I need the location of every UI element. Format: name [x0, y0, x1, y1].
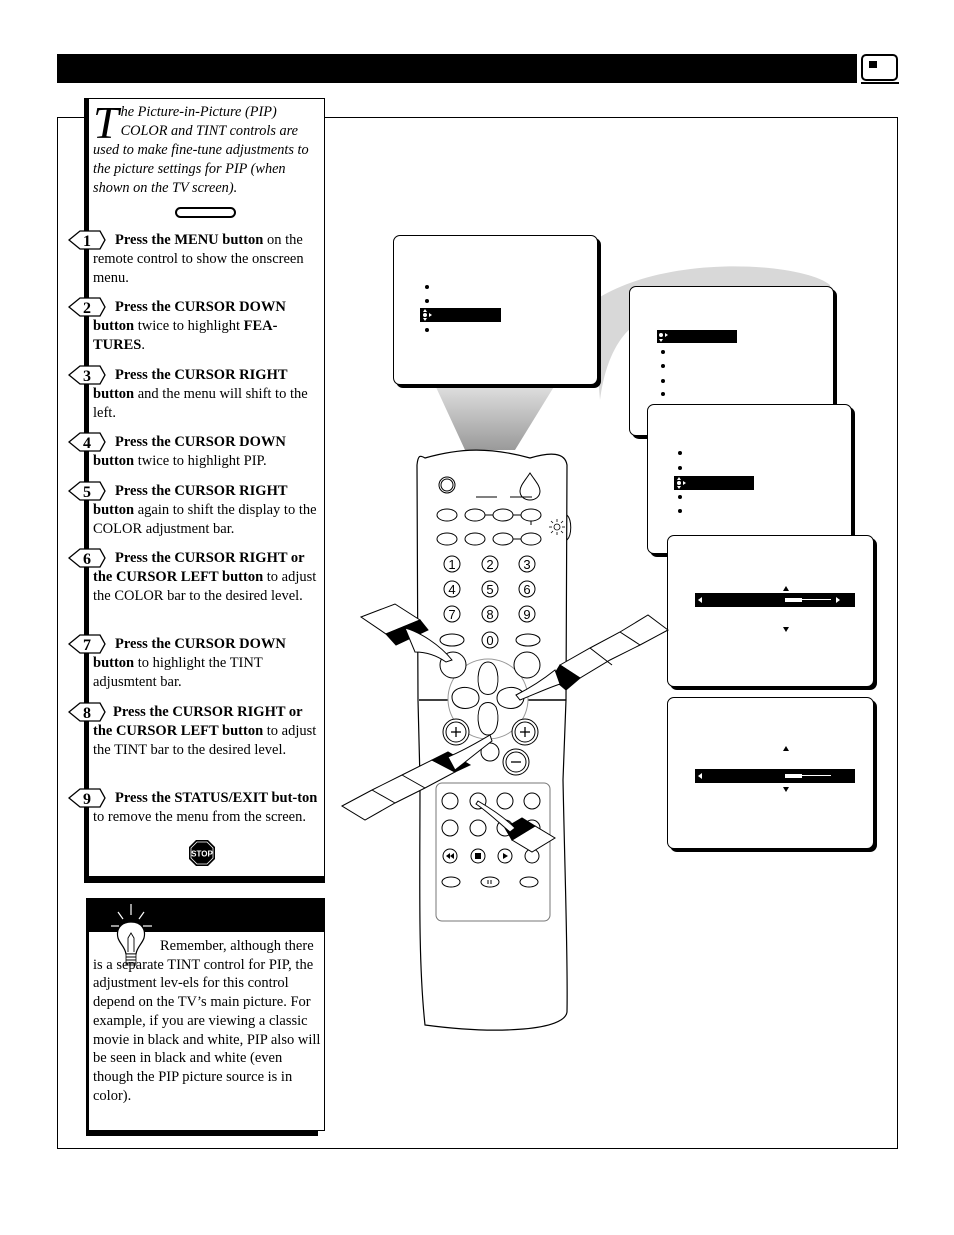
tv-screen-color-adjust [667, 535, 874, 687]
svg-text:4: 4 [448, 582, 455, 597]
svg-text:6: 6 [83, 551, 91, 568]
dropcap: T [93, 97, 119, 148]
step-2: 2 Press the CURSOR DOWN button twice to … [68, 297, 322, 355]
color-adjust-bar [695, 593, 855, 607]
svg-text:1: 1 [448, 557, 455, 572]
right-arrow-icon [836, 597, 840, 603]
step-number-icon: 5 [68, 480, 106, 502]
step-number-icon: 4 [68, 431, 106, 453]
tv-screen-icon [861, 54, 898, 81]
cursor-icon [423, 309, 432, 321]
svg-text:6: 6 [523, 582, 530, 597]
step-lead: Press the MENU button [115, 232, 264, 248]
header-bar [57, 54, 857, 83]
step-6: 6 Press the CURSOR RIGHT or the CURSOR L… [68, 548, 322, 606]
up-arrow-icon [783, 746, 789, 751]
intro-paragraph: The Picture-in-Picture (PIP) COLOR and T… [93, 97, 321, 198]
step-4: 4 Press the CURSOR DOWN button twice to … [68, 432, 322, 471]
svg-text:7: 7 [83, 637, 91, 654]
step-number-icon: 2 [68, 296, 106, 318]
tip-body: Remember, although there is a separate T… [93, 938, 321, 1104]
down-arrow-icon [783, 787, 789, 792]
tint-adjust-bar [695, 769, 855, 783]
svg-text:7: 7 [448, 607, 455, 622]
stop-sign-icon: STOP [189, 840, 215, 866]
svg-text:8: 8 [83, 705, 91, 722]
tip-text: Remember, although there is a separate T… [93, 937, 321, 1105]
menu-item-bullet [425, 328, 429, 332]
up-arrow-icon [783, 586, 789, 591]
svg-text:4: 4 [83, 435, 91, 452]
left-arrow-icon [698, 597, 702, 603]
tv-screen-main-menu [393, 235, 598, 385]
step-text: twice to highlight PIP. [134, 453, 267, 469]
menu-item-bullet [661, 364, 665, 368]
svg-text:2: 2 [486, 557, 493, 572]
divider [861, 82, 899, 84]
svg-text:5: 5 [83, 484, 91, 501]
left-arrow-icon [698, 773, 702, 779]
slider-fill [785, 598, 802, 602]
step-number-icon: 3 [68, 364, 106, 386]
step-number-icon: 6 [68, 547, 106, 569]
svg-text:9: 9 [83, 791, 91, 808]
menu-item-bullet [661, 379, 665, 383]
step-number-icon: 8 [68, 701, 106, 723]
step-number-icon: 1 [68, 229, 106, 251]
step-number-icon: 9 [68, 787, 106, 809]
step-9: 9 Press the STATUS/EXIT but-ton to remov… [68, 788, 322, 827]
step-7: 7 Press the CURSOR DOWN button to highli… [68, 634, 322, 692]
step-text: twice to highlight [134, 318, 244, 334]
step-8: 8 Press the CURSOR RIGHT or the CURSOR L… [68, 702, 322, 760]
menu-item-bullet [661, 392, 665, 396]
menu-item-bullet [425, 285, 429, 289]
svg-text:2: 2 [83, 300, 91, 317]
pip-button-icon [175, 207, 236, 218]
svg-text:1: 1 [83, 233, 91, 250]
svg-text:9: 9 [523, 607, 530, 622]
intro-text: he Picture-in-Picture (PIP) COLOR and TI… [93, 104, 309, 196]
step-number-icon: 7 [68, 633, 106, 655]
tv-screen-tint-adjust [667, 697, 874, 849]
menu-item-bullet [661, 350, 665, 354]
slider-fill [785, 774, 802, 778]
remote-control: 1 2 3 4 5 6 7 8 9 0 [340, 449, 669, 1031]
menu-item-bullet [425, 299, 429, 303]
svg-text:5: 5 [486, 582, 493, 597]
step-1: 1 Press the MENU button on the remote co… [68, 230, 322, 288]
step-5: 5 Press the CURSOR RIGHT button again to… [68, 481, 322, 539]
svg-text:3: 3 [83, 368, 91, 385]
step-tail: . [141, 337, 145, 353]
cursor-icon [659, 333, 668, 342]
svg-text:8: 8 [486, 607, 493, 622]
step-lead: Press the STATUS/EXIT but-ton [115, 790, 318, 806]
down-arrow-icon [783, 627, 789, 632]
svg-text:3: 3 [523, 557, 530, 572]
svg-text:STOP: STOP [191, 850, 213, 859]
step-text: to remove the menu from the screen. [93, 809, 306, 825]
svg-text:0: 0 [486, 633, 493, 648]
step-3: 3 Press the CURSOR RIGHT button and the … [68, 365, 322, 423]
